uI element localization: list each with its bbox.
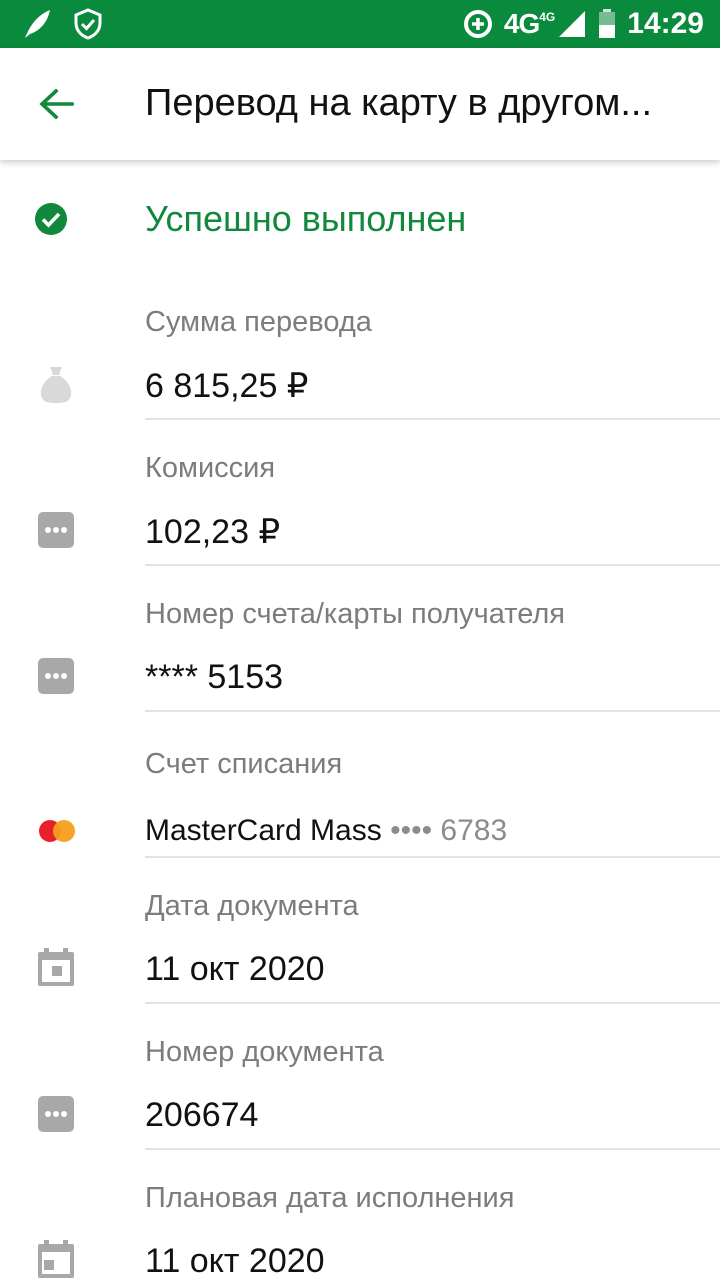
calendar-icon [38, 1240, 74, 1278]
detail-value: **** 5153 [145, 658, 284, 696]
money-bag-icon [40, 367, 72, 403]
signal-icon [559, 11, 586, 37]
divider [145, 418, 720, 420]
detail-value: 6 815,25 ₽ [145, 367, 309, 405]
mastercard-icon [39, 820, 75, 842]
arrow-left-icon[interactable] [36, 84, 76, 124]
detail-value: MasterCard Mass •••• 6783 [145, 814, 507, 848]
detail-value: 102,23 ₽ [145, 513, 281, 551]
calendar-icon [38, 948, 74, 986]
detail-label: Номер счета/карты получателя [145, 598, 566, 630]
detail-label: Сумма перевода [145, 306, 372, 338]
more-dots-icon [38, 658, 74, 694]
detail-value: 206674 [145, 1096, 259, 1134]
network-sub: 4G [539, 10, 556, 24]
account-name: MasterCard Mass [145, 814, 382, 847]
detail-value: 11 окт 2020 [145, 1242, 325, 1280]
status-bar: 4G 4G 14:29 [0, 0, 720, 48]
transfer-status: Успешно выполнен [0, 190, 720, 250]
divider [145, 1148, 720, 1150]
divider [145, 1002, 720, 1004]
network-type: 4G [503, 8, 540, 39]
divider [145, 564, 720, 566]
check-circle-icon [35, 203, 67, 235]
page-title: Перевод на карту в другом... [145, 82, 653, 124]
divider [145, 856, 720, 858]
clock: 14:29 [627, 7, 704, 40]
status-text: Успешно выполнен [145, 198, 467, 239]
detail-value: 11 окт 2020 [145, 950, 325, 988]
detail-label: Дата документа [145, 890, 359, 922]
data-saver-icon [463, 10, 492, 38]
shield-check-icon [74, 8, 102, 40]
app-bar: Перевод на карту в другом... [0, 48, 720, 160]
more-dots-icon [38, 1096, 74, 1132]
detail-label: Счет списания [145, 748, 343, 780]
detail-label: Комиссия [145, 452, 276, 484]
battery-icon [599, 9, 616, 38]
leaf-icon [25, 10, 50, 38]
divider [145, 710, 720, 712]
account-masked-number: •••• 6783 [390, 814, 508, 847]
more-dots-icon [38, 512, 74, 548]
detail-label: Номер документа [145, 1036, 384, 1068]
detail-label: Плановая дата исполнения [145, 1182, 515, 1214]
